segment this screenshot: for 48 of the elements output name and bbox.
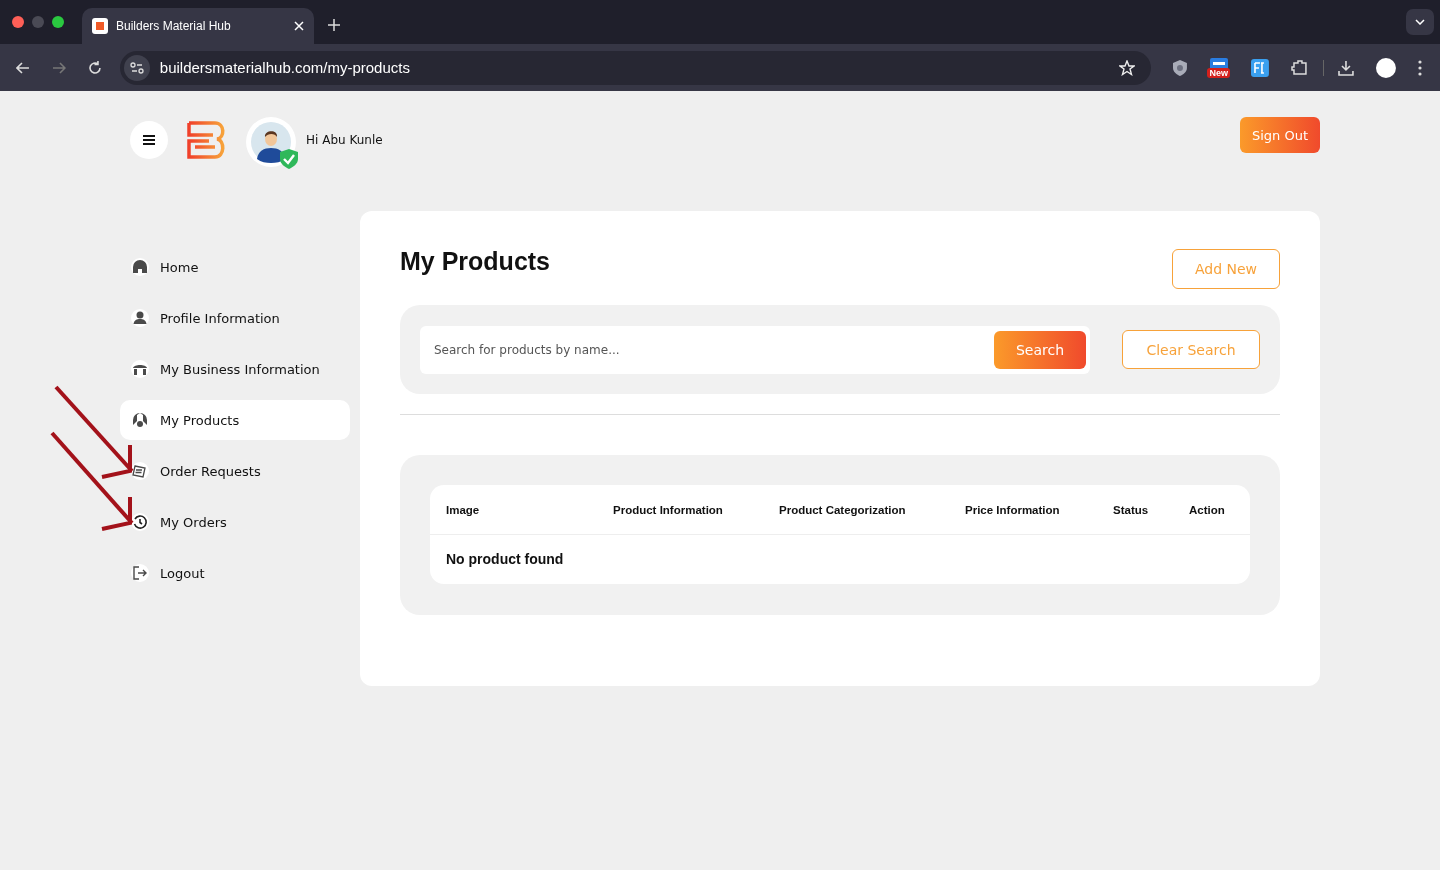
maximize-window-button[interactable] — [52, 16, 64, 28]
browser-tab[interactable]: Builders Material Hub — [82, 8, 314, 44]
reload-icon[interactable] — [87, 60, 102, 75]
profile-avatar-icon[interactable] — [1376, 57, 1397, 78]
tab-title: Builders Material Hub — [116, 19, 232, 33]
extension-icon[interactable] — [1251, 58, 1270, 77]
back-icon[interactable] — [16, 61, 30, 74]
history-icon — [131, 513, 149, 531]
person-icon — [131, 309, 149, 327]
home-icon — [131, 258, 149, 276]
sidebar-item[interactable]: Home — [120, 247, 350, 287]
sidebar-item[interactable]: My Business Information — [120, 349, 350, 389]
shield-icon[interactable] — [1173, 59, 1188, 76]
column-header: Price Information — [965, 503, 1061, 516]
close-icon[interactable] — [294, 21, 304, 31]
logo-icon — [187, 121, 227, 159]
greeting-text: Hi Abu Kunle — [306, 133, 383, 147]
page-title: My Products — [400, 247, 551, 276]
menu-icon — [143, 135, 155, 145]
column-header: Product Categorization — [779, 503, 907, 516]
address-bar[interactable]: buildersmaterialhub.com/my-products — [119, 50, 1152, 85]
new-tab-icon[interactable] — [328, 19, 340, 31]
sidebar-item[interactable]: Profile Information — [120, 298, 350, 338]
star-icon[interactable] — [1119, 59, 1136, 76]
list-icon — [131, 462, 149, 480]
close-window-button[interactable] — [12, 16, 24, 28]
tab-search-button[interactable] — [1406, 9, 1434, 35]
puzzle-icon[interactable] — [1291, 58, 1310, 77]
menu-icon[interactable] — [1418, 59, 1422, 76]
download-icon[interactable] — [1338, 59, 1355, 76]
site-settings-icon[interactable] — [123, 54, 150, 81]
empty-message: No product found — [445, 550, 565, 569]
logout-icon — [131, 564, 149, 582]
new-badge: New — [1207, 67, 1230, 78]
column-header: Image — [446, 503, 481, 516]
column-header: Status — [1113, 503, 1150, 516]
sidebar-item[interactable]: My Orders — [120, 502, 350, 542]
extension-icon[interactable] — [1210, 57, 1229, 70]
column-header: Action — [1189, 503, 1225, 516]
sidebar-item[interactable]: My Products — [120, 400, 350, 440]
chevron-down-icon — [1415, 19, 1425, 25]
sidebar-item[interactable]: Logout — [120, 553, 350, 593]
column-header: Product Information — [613, 503, 724, 516]
logo-icon — [92, 18, 108, 34]
forward-icon[interactable] — [51, 61, 66, 74]
sidebar-item[interactable]: Order Requests — [120, 451, 350, 491]
menu-button[interactable] — [130, 121, 168, 159]
store-icon — [131, 360, 149, 378]
